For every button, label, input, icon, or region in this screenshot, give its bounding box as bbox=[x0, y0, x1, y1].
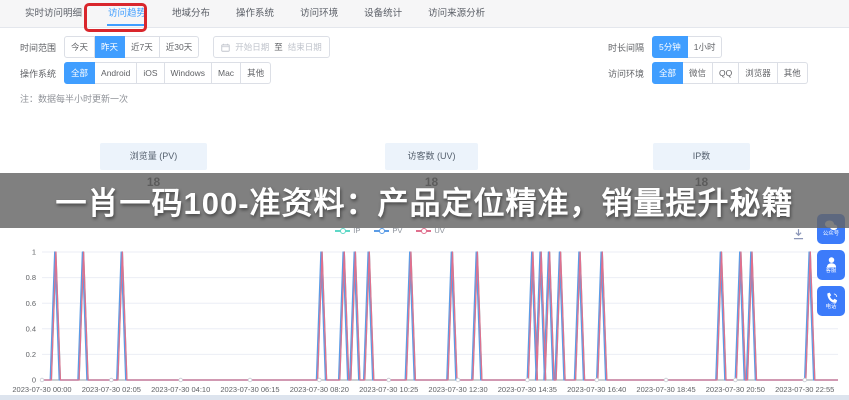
download-icon[interactable] bbox=[792, 228, 805, 241]
svg-text:0.8: 0.8 bbox=[26, 273, 36, 282]
tab-region-distribution[interactable]: 地域分布 bbox=[163, 0, 219, 27]
tab-visit-source[interactable]: 访问来源分析 bbox=[419, 0, 494, 27]
svg-text:0.6: 0.6 bbox=[26, 299, 36, 308]
os-mac-button[interactable]: Mac bbox=[212, 62, 241, 84]
svg-text:0.2: 0.2 bbox=[26, 350, 36, 359]
env-qq-button[interactable]: QQ bbox=[713, 62, 739, 84]
filter-row-os-env: 操作系统 全部 Android iOS Windows Mac 其他 访问环境 … bbox=[0, 62, 849, 84]
svg-text:2023-07-30 20:50: 2023-07-30 20:50 bbox=[706, 385, 765, 394]
env-other-button[interactable]: 其他 bbox=[778, 62, 808, 84]
env-label: 访问环境 bbox=[608, 67, 644, 80]
svg-text:1: 1 bbox=[32, 248, 36, 257]
svg-text:2023-07-30 18:45: 2023-07-30 18:45 bbox=[636, 385, 695, 394]
svg-text:2023-07-30 14:35: 2023-07-30 14:35 bbox=[498, 385, 557, 394]
overlay-banner: 一肖一码100-准资料：产品定位精准，销量提升秘籍 bbox=[0, 173, 849, 228]
interval-1hour-button[interactable]: 1小时 bbox=[688, 36, 723, 58]
interval-label: 时长间隔 bbox=[608, 41, 644, 54]
tab-realtime-detail[interactable]: 实时访问明细 bbox=[16, 0, 91, 27]
svg-text:2023-07-30 04:10: 2023-07-30 04:10 bbox=[151, 385, 210, 394]
env-all-button[interactable]: 全部 bbox=[652, 62, 683, 84]
bottom-divider bbox=[0, 395, 849, 400]
phone-button[interactable]: 电话 bbox=[817, 286, 845, 316]
tab-visit-env[interactable]: 访问环境 bbox=[291, 0, 347, 27]
time-range-30d-button[interactable]: 近30天 bbox=[160, 36, 199, 58]
tab-os[interactable]: 操作系统 bbox=[227, 0, 283, 27]
svg-text:2023-07-30 08:20: 2023-07-30 08:20 bbox=[290, 385, 349, 394]
tab-device-stats[interactable]: 设备统计 bbox=[355, 0, 411, 27]
overlay-banner-text: 一肖一码100-准资料：产品定位精准，销量提升秘籍 bbox=[55, 178, 793, 223]
env-wechat-button[interactable]: 微信 bbox=[683, 62, 713, 84]
date-separator: 至 bbox=[274, 41, 283, 53]
os-all-button[interactable]: 全部 bbox=[64, 62, 95, 84]
analytics-dashboard: 实时访问明细 访问趋势 地域分布 操作系统 访问环境 设备统计 访问来源分析 时… bbox=[0, 0, 849, 400]
os-ios-button[interactable]: iOS bbox=[137, 62, 164, 84]
os-group: 操作系统 全部 Android iOS Windows Mac 其他 bbox=[20, 62, 271, 84]
svg-text:2023-07-30 16:40: 2023-07-30 16:40 bbox=[567, 385, 626, 394]
env-browser-button[interactable]: 浏览器 bbox=[739, 62, 778, 84]
interval-group: 时长间隔 5分钟 1小时 bbox=[608, 36, 722, 58]
os-label: 操作系统 bbox=[20, 67, 56, 80]
phone-label: 电话 bbox=[826, 304, 837, 310]
time-range-group: 时间范围 今天 昨天 近7天 近30天 开始日期 至 结束日期 bbox=[20, 36, 330, 58]
time-range-label: 时间范围 bbox=[20, 41, 56, 54]
stat-title-pv: 浏览量 (PV) bbox=[100, 143, 207, 170]
update-note: 注：数据每半小时更新一次 bbox=[20, 92, 128, 105]
os-other-button[interactable]: 其他 bbox=[241, 62, 271, 84]
os-android-button[interactable]: Android bbox=[95, 62, 137, 84]
time-range-yesterday-button[interactable]: 昨天 bbox=[95, 36, 125, 58]
env-group: 访问环境 全部 微信 QQ 浏览器 其他 bbox=[608, 62, 808, 84]
svg-text:2023-07-30 22:55: 2023-07-30 22:55 bbox=[775, 385, 834, 394]
stat-title-ip: IP数 bbox=[653, 143, 750, 170]
tab-bar: 实时访问明细 访问趋势 地域分布 操作系统 访问环境 设备统计 访问来源分析 bbox=[0, 0, 849, 28]
official-account-label: 公众号 bbox=[823, 231, 839, 237]
trend-chart-canvas[interactable]: 0 0.2 0.4 0.6 0.8 1 2023-07-30 00:00 2023-07-30… bbox=[0, 240, 849, 396]
date-range-input[interactable]: 开始日期 至 结束日期 bbox=[213, 36, 330, 58]
svg-text:0: 0 bbox=[32, 376, 36, 385]
floating-contact-bar: 公众号 客服 电话 bbox=[817, 214, 847, 322]
tab-visit-trend[interactable]: 访问趋势 bbox=[99, 0, 155, 27]
start-date-placeholder: 开始日期 bbox=[235, 41, 269, 53]
svg-text:2023-07-30 10:25: 2023-07-30 10:25 bbox=[359, 385, 418, 394]
svg-text:2023-07-30 12:30: 2023-07-30 12:30 bbox=[428, 385, 487, 394]
interval-5min-button[interactable]: 5分钟 bbox=[652, 36, 688, 58]
customer-service-icon bbox=[825, 256, 838, 268]
svg-text:0.4: 0.4 bbox=[26, 324, 36, 333]
os-windows-button[interactable]: Windows bbox=[165, 62, 212, 84]
svg-text:2023-07-30 06:15: 2023-07-30 06:15 bbox=[220, 385, 279, 394]
customer-service-button[interactable]: 客服 bbox=[817, 250, 845, 280]
trend-chart[interactable]: 0 0.2 0.4 0.6 0.8 1 2023-07-30 00:00 2023-07-30… bbox=[0, 240, 849, 396]
time-range-7d-button[interactable]: 近7天 bbox=[125, 36, 160, 58]
stat-title-uv: 访客数 (UV) bbox=[385, 143, 478, 170]
filter-row-time: 时间范围 今天 昨天 近7天 近30天 开始日期 至 结束日期 时长间隔 5分钟… bbox=[0, 36, 849, 58]
end-date-placeholder: 结束日期 bbox=[288, 41, 322, 53]
phone-icon bbox=[825, 292, 838, 304]
svg-text:2023-07-30 02:05: 2023-07-30 02:05 bbox=[82, 385, 141, 394]
customer-service-label: 客服 bbox=[826, 268, 837, 274]
calendar-icon bbox=[221, 43, 230, 52]
time-range-today-button[interactable]: 今天 bbox=[64, 36, 95, 58]
svg-text:2023-07-30 00:00: 2023-07-30 00:00 bbox=[12, 385, 71, 394]
